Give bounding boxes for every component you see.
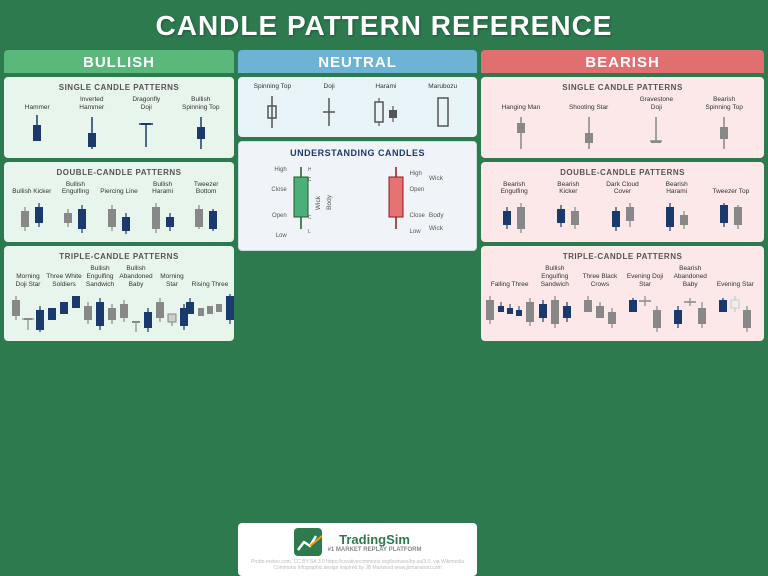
pattern-bullish-kicker: Bullish Kicker bbox=[12, 188, 52, 236]
pattern-bearish-engulfing: Bearish Engulfing bbox=[494, 181, 534, 237]
pattern-tweezer-bottom: Tweezer Bottom bbox=[186, 181, 226, 237]
bearish-single-title: SINGLE CANDLE PATTERNS bbox=[487, 83, 758, 92]
pattern-bearish-spinning-top: Bearish Spinning Top bbox=[704, 96, 744, 152]
bearish-column: BEARISH SINGLE CANDLE PATTERNS Hanging M… bbox=[481, 50, 764, 576]
close-label: Close bbox=[271, 184, 286, 196]
low-label-right: Low bbox=[410, 226, 425, 238]
bearish-single-patterns: Hanging Man Shooting Star bbox=[487, 94, 758, 154]
understanding-title: UNDERSTANDING CANDLES bbox=[245, 148, 470, 158]
pattern-bearish-engulfing-sandwich: Bullish Engulfing Sandwich bbox=[535, 265, 575, 334]
bullish-triple-patterns: Morning Doji Star Three White Sol bbox=[10, 263, 228, 336]
pattern-evening-doji-star: Evening Doji Star bbox=[625, 273, 665, 335]
brand-card: TradingSim #1 MARKET REPLAY PLATFORM Pro… bbox=[238, 523, 477, 576]
pattern-bearish-harami: Bearish Harami bbox=[657, 181, 697, 237]
brand-name: TradingSim bbox=[328, 532, 422, 547]
pattern-bullish-engulfing-sandwich: Bullish Engulfing Sandwich bbox=[82, 265, 118, 334]
neutral-header: NEUTRAL bbox=[238, 50, 477, 73]
bearish-triple-title: TRIPLE-CANDLE PATTERNS bbox=[487, 252, 758, 261]
pattern-piercing-line: Piercing Line bbox=[99, 188, 139, 236]
pattern-bullish-abandoned-baby: Bullish Abandoned Baby bbox=[118, 265, 154, 334]
open-label-right: Open bbox=[410, 184, 425, 196]
open-label: Open bbox=[271, 210, 286, 222]
pattern-shooting-star: Shooting Star bbox=[569, 104, 609, 152]
pattern-rising-three: Rising Three bbox=[190, 281, 230, 335]
close-label-right: Close bbox=[410, 210, 425, 222]
content-area: BULLISH SINGLE CANDLE PATTERNS Hammer In… bbox=[0, 50, 768, 576]
bearish-candle-diagram bbox=[386, 167, 406, 239]
svg-text:Low: Low bbox=[308, 229, 311, 235]
neutral-single-card: Spinning Top Doji Harami bbox=[238, 77, 477, 137]
brand-logo bbox=[294, 528, 322, 556]
neutral-column: NEUTRAL Spinning Top Doji bbox=[238, 50, 477, 576]
high-label: High bbox=[271, 164, 286, 176]
bearish-header: BEARISH bbox=[481, 50, 764, 73]
bullish-header: BULLISH bbox=[4, 50, 234, 73]
bullish-double-title: DOUBLE-CANDLE PATTERNS bbox=[10, 168, 228, 177]
bullish-triple-card: TRIPLE-CANDLE PATTERNS Morning Doji Star bbox=[4, 246, 234, 340]
bullish-single-card: SINGLE CANDLE PATTERNS Hammer Inverted H… bbox=[4, 77, 234, 158]
high-label-right: High bbox=[410, 168, 425, 180]
bullish-double-patterns: Bullish Kicker Bullish Engulfing bbox=[10, 179, 228, 239]
brand-sub: #1 MARKET REPLAY PLATFORM bbox=[328, 547, 422, 553]
pattern-three-white-soldiers: Three White Soldiers bbox=[46, 273, 82, 335]
bullish-candle-diagram: High Close Open Low bbox=[291, 167, 311, 239]
body-label-right: Body bbox=[429, 212, 444, 219]
pattern-bearish-abandoned-baby: Bearish Abandoned Baby bbox=[670, 265, 710, 334]
pattern-bullish-engulfing: Bullish Engulfing bbox=[55, 181, 95, 237]
pattern-inverted-hammer: Inverted Hammer bbox=[72, 96, 112, 152]
pattern-hanging-man: Hanging Man bbox=[501, 104, 541, 152]
pattern-doji: Doji bbox=[309, 83, 349, 131]
bullish-column: BULLISH SINGLE CANDLE PATTERNS Hammer In… bbox=[4, 50, 234, 576]
bearish-triple-patterns: Falling Three bbox=[487, 263, 758, 336]
pattern-spinning-top: Spinning Top bbox=[252, 83, 292, 131]
pattern-harami: Harami bbox=[366, 83, 406, 131]
bearish-double-title: DOUBLE-CANDLE PATTERNS bbox=[487, 168, 758, 177]
bullish-triple-title: TRIPLE-CANDLE PATTERNS bbox=[10, 252, 228, 261]
pattern-marubozu: Marubozu bbox=[423, 83, 463, 131]
pattern-hammer: Hammer bbox=[17, 104, 57, 152]
bearish-double-patterns: Bearish Engulfing Bearish Kicker bbox=[487, 179, 758, 239]
wick-label-right-top: Wick bbox=[429, 175, 444, 182]
svg-text:Close: Close bbox=[308, 177, 311, 183]
bearish-single-card: SINGLE CANDLE PATTERNS Hanging Man Shoot… bbox=[481, 77, 764, 158]
pattern-falling-three: Falling Three bbox=[490, 281, 530, 335]
body-label-left: Body bbox=[326, 195, 333, 210]
svg-text:High: High bbox=[308, 167, 311, 173]
bullish-single-title: SINGLE CANDLE PATTERNS bbox=[10, 83, 228, 92]
wick-label-right-bottom: Wick bbox=[429, 225, 444, 232]
pattern-evening-star: Evening Star bbox=[715, 281, 755, 335]
pattern-three-black-crows: Three Black Crows bbox=[580, 273, 620, 335]
pattern-dark-cloud-cover: Dark Cloud Cover bbox=[603, 181, 643, 237]
bullish-single-patterns: Hammer Inverted Hammer bbox=[10, 94, 228, 154]
bullish-double-card: DOUBLE-CANDLE PATTERNS Bullish Kicker Bu… bbox=[4, 162, 234, 243]
low-label: Low bbox=[271, 230, 286, 242]
bearish-double-card: DOUBLE-CANDLE PATTERNS Bearish Engulfing… bbox=[481, 162, 764, 243]
pattern-morning-doji-star: Morning Doji Star bbox=[10, 273, 46, 335]
understanding-candles-card: UNDERSTANDING CANDLES High Close Open Lo… bbox=[238, 141, 477, 251]
footer-credits: Probe-meteo.com, CC BY-SA 3.0 https://cr… bbox=[243, 559, 472, 571]
pattern-bullish-harami: Bullish Harami bbox=[143, 181, 183, 237]
bearish-triple-card: TRIPLE-CANDLE PATTERNS Falling Three bbox=[481, 246, 764, 340]
pattern-bullish-spinning-top: Bullish Spinning Top bbox=[181, 96, 221, 152]
neutral-single-patterns: Spinning Top Doji Harami bbox=[244, 81, 471, 133]
pattern-dragonfly-doji: Dragonfly Doji bbox=[126, 96, 166, 152]
page-title: CANDLE PATTERN REFERENCE bbox=[0, 0, 768, 50]
wick-label-left: Wick bbox=[315, 196, 322, 210]
pattern-bearish-kicker: Bearish Kicker bbox=[548, 181, 588, 237]
pattern-tweezer-top: Tweezer Top bbox=[711, 188, 751, 236]
svg-text:Open: Open bbox=[308, 215, 311, 221]
pattern-gravestone-doji: Gravestone Doji bbox=[636, 96, 676, 152]
